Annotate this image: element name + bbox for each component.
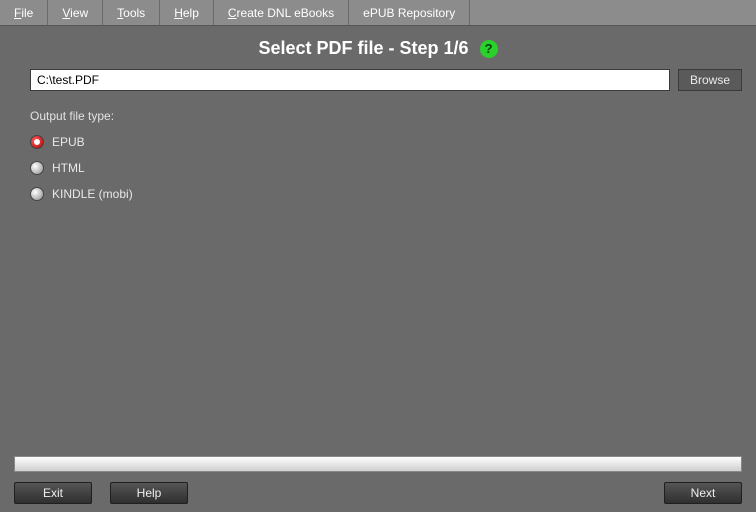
browse-button[interactable]: Browse [678,69,742,91]
radio-label: HTML [52,161,85,175]
menu-file[interactable]: FileFile [0,0,48,25]
radio-icon [30,187,44,201]
file-path-row: Browse [0,67,756,91]
radio-icon [30,135,44,149]
output-option-kindle[interactable]: KINDLE (mobi) [30,187,742,201]
step-title-row: Select PDF file - Step 1/6 ? [0,26,756,67]
menu-help[interactable]: HelpHelp [160,0,214,25]
pdf-path-input[interactable] [30,69,670,91]
output-type-section: Output file type: EPUB HTML KINDLE (mobi… [0,91,756,201]
exit-button[interactable]: Exit [14,482,92,504]
menu-tools[interactable]: ToolsTools [103,0,160,25]
output-option-epub[interactable]: EPUB [30,135,742,149]
menu-create-dnl-ebooks[interactable]: Create DNL eBooksCreate DNL eBooks [214,0,349,25]
menu-epub-repository[interactable]: ePUB Repository [349,0,470,25]
step-title: Select PDF file - Step 1/6 [258,38,468,58]
menu-view[interactable]: ViewView [48,0,103,25]
output-option-html[interactable]: HTML [30,161,742,175]
menubar: FileFile ViewView ToolsTools HelpHelp Cr… [0,0,756,26]
radio-label: KINDLE (mobi) [52,187,133,201]
progress-bar [14,456,742,472]
footer-buttons: Exit Help Next [0,482,756,512]
help-button[interactable]: Help [110,482,188,504]
help-icon[interactable]: ? [480,40,498,58]
output-type-label: Output file type: [30,109,742,123]
next-button[interactable]: Next [664,482,742,504]
radio-icon [30,161,44,175]
radio-label: EPUB [52,135,85,149]
